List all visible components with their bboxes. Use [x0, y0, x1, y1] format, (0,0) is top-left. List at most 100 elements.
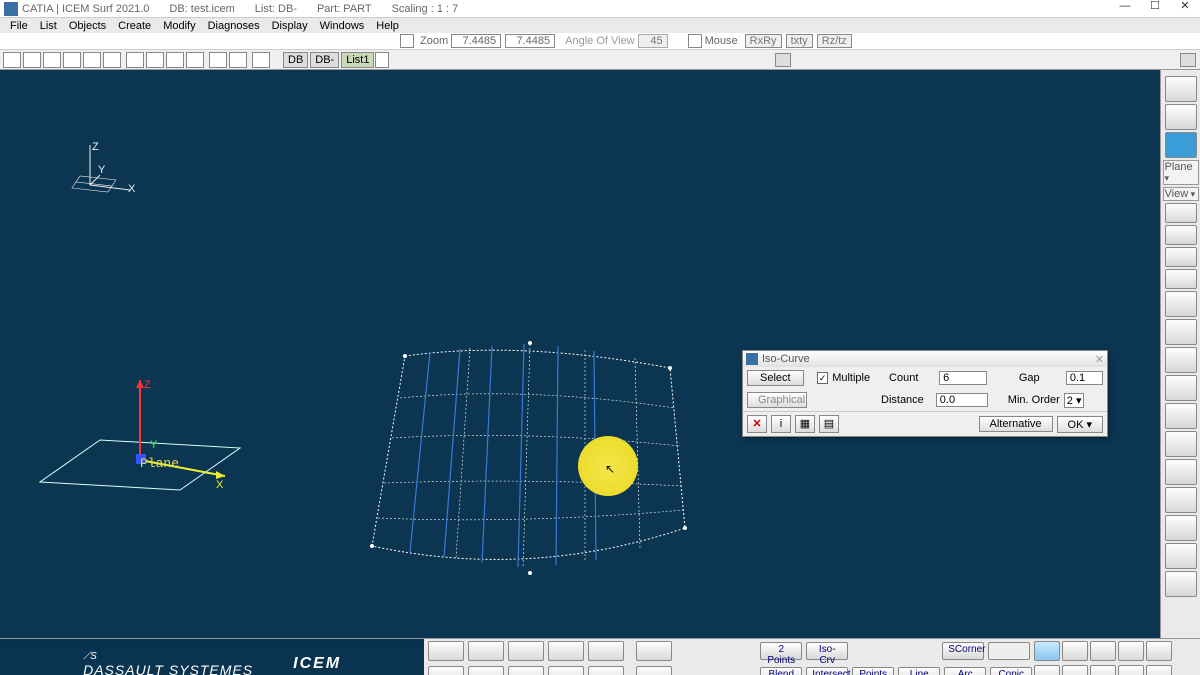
right-btn-15[interactable] [1165, 571, 1197, 597]
corner-btn-9[interactable] [1118, 665, 1144, 675]
mouse-mode-1[interactable]: RxRy [745, 34, 782, 48]
right-btn-eye[interactable] [1165, 76, 1197, 102]
count-input[interactable]: 6 [939, 371, 987, 385]
toolbar-btn-13[interactable] [252, 52, 270, 68]
tab-list1[interactable]: List1 [341, 52, 374, 68]
toolbar-btn-6[interactable] [103, 52, 121, 68]
toolbar-end-2[interactable] [1180, 53, 1196, 67]
dialog-close-button[interactable]: ✕ [1095, 353, 1104, 366]
btn-blend[interactable]: Blend [760, 667, 802, 675]
bottom-icon-10[interactable] [548, 666, 584, 675]
bottom-icon-7[interactable] [428, 666, 464, 675]
right-btn-8[interactable] [1165, 375, 1197, 401]
bottom-icon-12[interactable] [636, 666, 672, 675]
dialog-cancel-icon[interactable]: ✕ [747, 415, 767, 433]
right-btn-11[interactable] [1165, 459, 1197, 485]
bottom-icon-3[interactable] [508, 641, 544, 661]
zoom-input-a[interactable]: 7.4485 [451, 34, 501, 48]
mouse-icon[interactable] [688, 34, 702, 48]
corner-btn-3[interactable] [1090, 641, 1116, 661]
bottom-icon-4[interactable] [548, 641, 584, 661]
dialog-titlebar[interactable]: Iso-Curve ✕ [743, 351, 1107, 367]
menu-create[interactable]: Create [112, 20, 157, 32]
toolbar-btn-5[interactable] [83, 52, 101, 68]
maximize-button[interactable]: ☐ [1140, 1, 1170, 17]
alternative-button[interactable]: Alternative [979, 416, 1053, 432]
tab-close[interactable] [375, 52, 389, 68]
toolbar-btn-11[interactable] [209, 52, 227, 68]
btn-scorner[interactable]: SCorner [942, 642, 984, 660]
btn-intersect[interactable]: Intersect [806, 667, 848, 675]
right-btn-cube[interactable] [1165, 104, 1197, 130]
right-btn-z[interactable] [1165, 203, 1197, 223]
menu-file[interactable]: File [4, 20, 34, 32]
corner-btn-6[interactable] [1034, 665, 1060, 675]
distance-input[interactable]: 0.0 [936, 393, 988, 407]
dialog-tool-icon-2[interactable]: ▤ [819, 415, 839, 433]
right-btn-5[interactable] [1165, 291, 1197, 317]
bottom-icon-6[interactable] [636, 641, 672, 661]
minorder-select[interactable]: 2 ▾ [1064, 393, 1085, 408]
mouse-mode-2[interactable]: txty [786, 34, 813, 48]
bottom-icon-9[interactable] [508, 666, 544, 675]
toolbar-btn-10[interactable] [186, 52, 204, 68]
menu-objects[interactable]: Objects [63, 20, 112, 32]
corner-btn-10[interactable] [1146, 665, 1172, 675]
bottom-icon-11[interactable] [588, 666, 624, 675]
right-btn-3x[interactable] [1165, 225, 1197, 245]
right-btn-6[interactable] [1165, 319, 1197, 345]
corner-btn-8[interactable] [1090, 665, 1116, 675]
btn-points[interactable]: Points [852, 667, 894, 675]
toolbar-btn-9[interactable] [166, 52, 184, 68]
corner-btn-2[interactable] [1062, 641, 1088, 661]
btn-isocrv[interactable]: Iso-Crv [806, 642, 848, 660]
tab-db-minus[interactable]: DB- [310, 52, 339, 68]
graphical-button[interactable]: Graphical [747, 392, 807, 408]
corner-btn-5[interactable] [1146, 641, 1172, 661]
bottom-icon-1[interactable] [428, 641, 464, 661]
right-plane-drop[interactable]: Plane ▾ [1163, 160, 1199, 185]
minimize-button[interactable]: — [1110, 1, 1140, 17]
btn-empty-r1[interactable] [988, 642, 1030, 660]
menu-help[interactable]: Help [370, 20, 405, 32]
viewport-3d[interactable]: Z Y X Z X Y Plane [0, 70, 1160, 638]
corner-btn-1[interactable] [1034, 641, 1060, 661]
menu-display[interactable]: Display [266, 20, 314, 32]
select-button[interactable]: Select [747, 370, 804, 386]
toolbar-btn-4[interactable] [63, 52, 81, 68]
right-btn-12[interactable] [1165, 487, 1197, 513]
right-btn-globe[interactable] [1165, 543, 1197, 569]
toolbar-btn-8[interactable] [146, 52, 164, 68]
zoom-icon[interactable] [400, 34, 414, 48]
right-btn-10[interactable] [1165, 431, 1197, 457]
toolbar-btn-1[interactable] [3, 52, 21, 68]
corner-btn-4[interactable] [1118, 641, 1144, 661]
zoom-input-b[interactable]: 7.4485 [505, 34, 555, 48]
ok-button[interactable]: OK ▾ [1057, 416, 1103, 433]
toolbar-btn-3[interactable] [43, 52, 61, 68]
btn-conic[interactable]: Conic [990, 667, 1032, 675]
btn-arc[interactable]: Arc [944, 667, 986, 675]
btn-2points[interactable]: 2 Points [760, 642, 802, 660]
corner-btn-7[interactable] [1062, 665, 1088, 675]
right-btn-cloud[interactable] [1165, 132, 1197, 158]
close-button[interactable]: ✕ [1170, 1, 1200, 17]
menu-modify[interactable]: Modify [157, 20, 201, 32]
btn-line[interactable]: Line [898, 667, 940, 675]
toolbar-end-1[interactable] [775, 53, 791, 67]
multiple-checkbox[interactable]: ✓ [817, 372, 828, 384]
menu-diagnoses[interactable]: Diagnoses [202, 20, 266, 32]
right-btn-9[interactable] [1165, 403, 1197, 429]
dialog-tool-icon-1[interactable]: ▦ [795, 415, 815, 433]
right-view-drop[interactable]: View ▾ [1163, 187, 1199, 201]
right-btn-7[interactable] [1165, 347, 1197, 373]
right-btn-z2[interactable] [1165, 269, 1197, 289]
tab-db[interactable]: DB [283, 52, 308, 68]
menu-windows[interactable]: Windows [314, 20, 371, 32]
toolbar-btn-2[interactable] [23, 52, 41, 68]
bottom-icon-2[interactable] [468, 641, 504, 661]
bottom-icon-5[interactable] [588, 641, 624, 661]
toolbar-btn-12[interactable] [229, 52, 247, 68]
gap-input[interactable]: 0.1 [1066, 371, 1103, 385]
menu-list[interactable]: List [34, 20, 63, 32]
